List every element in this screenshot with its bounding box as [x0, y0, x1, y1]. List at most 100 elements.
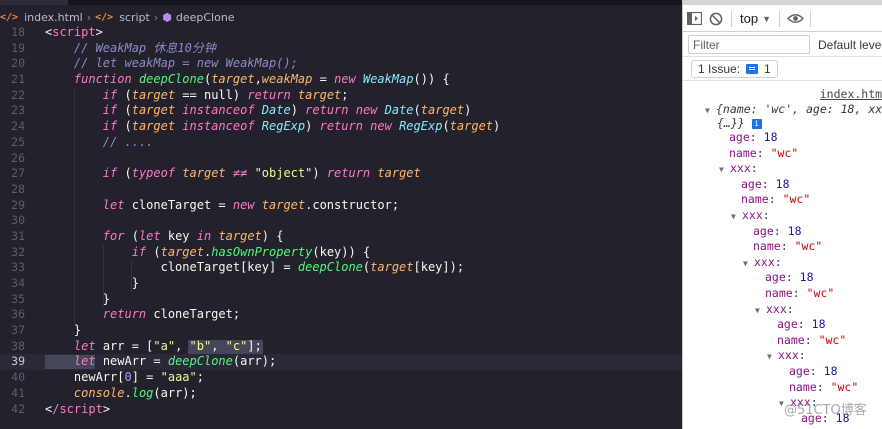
clear-console-icon[interactable]	[705, 8, 727, 30]
code-line[interactable]: 22 if (target == null) return target;	[0, 87, 682, 104]
line-number: 20	[11, 56, 25, 71]
line-number: 18	[11, 25, 25, 39]
line-number: 39	[11, 354, 25, 369]
code-line[interactable]: 31 for (let key in target) {	[0, 228, 682, 245]
toolbar-divider	[731, 10, 732, 27]
property-key: xxx	[754, 254, 775, 269]
code-line[interactable]: 19 // WeakMap 休息10分钟	[0, 41, 682, 57]
property-name: name: "wc"	[777, 333, 846, 347]
property-xxx-expander[interactable]: ▼ xxx:	[743, 255, 782, 271]
code-area[interactable]: 18 <script> 19 // WeakMap 休息10分钟 20 // let …	[0, 25, 682, 417]
code-line[interactable]: 37 }	[0, 323, 682, 339]
indent-guide	[74, 291, 75, 308]
code-line[interactable]: 41 console.log(arr);	[0, 386, 682, 402]
code-line[interactable]: 38 let arr = ["a", "b", "c"];	[0, 339, 682, 355]
code-token: instanceof	[182, 103, 262, 118]
code-token: null)	[203, 87, 248, 102]
source-link[interactable]: index.html	[820, 87, 882, 101]
sidebar-toggle-icon[interactable]	[683, 8, 705, 30]
expand-triangle-icon[interactable]: ▼	[767, 350, 778, 364]
eye-icon[interactable]	[784, 8, 806, 30]
code-line[interactable]: 28	[0, 181, 682, 198]
expand-triangle-icon[interactable]: ▼	[743, 257, 754, 271]
log-levels-dropdown[interactable]: Default levels	[818, 38, 882, 52]
code-token: target	[131, 103, 183, 118]
code-line[interactable]: 23 if (target instanceof Date) return ne…	[0, 103, 682, 120]
context-selector[interactable]: top ▼	[736, 11, 775, 26]
key-colon: :	[761, 176, 776, 191]
code-text: </script>	[45, 402, 110, 418]
code-line[interactable]: 34 }	[0, 276, 682, 292]
console-filter-bar: Default levels	[683, 33, 882, 57]
issues-button[interactable]: 1 Issue: 1	[691, 59, 778, 78]
code-token: 0	[124, 370, 132, 385]
key-colon: :	[773, 223, 788, 238]
code-token: }	[45, 291, 111, 306]
code-line[interactable]: 30	[0, 213, 682, 229]
breadcrumb-file[interactable]: index.html	[24, 11, 83, 24]
expand-triangle-icon[interactable]: ▼	[705, 104, 716, 118]
breadcrumb-symbol[interactable]: deepClone	[176, 11, 235, 24]
property-xxx-expander[interactable]: ▼ xxx:	[719, 161, 758, 177]
code-line[interactable]: 39 let newArr = deepClone(arr);	[0, 354, 682, 371]
code-text: // let weakMap = new WeakMap();	[45, 56, 298, 72]
expand-triangle-icon[interactable]: ▼	[719, 163, 730, 177]
code-token: >	[102, 401, 111, 416]
breadcrumb-section[interactable]: script	[119, 11, 150, 24]
code-token: cloneTarget =	[131, 197, 233, 212]
code-token: "a"	[153, 338, 176, 353]
code-token: newArr =	[102, 354, 168, 369]
indent-guide	[74, 260, 75, 276]
code-token: if	[102, 166, 125, 181]
code-line[interactable]: 27 if (typeof target ≠≠ "object") return…	[0, 166, 682, 182]
key-colon: :	[750, 161, 758, 176]
code-line[interactable]: 26	[0, 150, 682, 167]
code-token: ];	[247, 338, 262, 353]
expand-triangle-icon[interactable]: ▼	[731, 210, 742, 224]
code-line[interactable]: 20 // let weakMap = new WeakMap();	[0, 56, 682, 72]
code-line[interactable]: 33 cloneTarget[key] = deepClone(target[k…	[0, 260, 682, 276]
property-xxx-expander[interactable]: ▼ xxx:	[755, 302, 794, 318]
code-token: (arr);	[232, 354, 277, 369]
property-xxx-expander[interactable]: ▼ xxx:	[767, 348, 806, 364]
code-line[interactable]: 40 newArr[0] = "aaa";	[0, 370, 682, 386]
code-token: target	[370, 260, 414, 275]
code-token: ()) {	[413, 72, 450, 87]
indent-guide	[74, 150, 75, 167]
code-token: target	[297, 87, 342, 102]
property-age: age: 18	[765, 270, 814, 284]
code-line[interactable]: 32 if (target.hasOwnProperty(key)) {	[0, 244, 682, 261]
code-token: >	[95, 25, 103, 39]
code-line[interactable]: 21 function deepClone(target,weakMap = n…	[0, 72, 682, 88]
code-editor[interactable]: </> index.html › </> script › ⬢ deepClon…	[0, 0, 682, 429]
code-line[interactable]: 18 <script>	[0, 25, 682, 41]
code-token: deepClone	[138, 72, 204, 87]
property-age: age: 18	[777, 317, 826, 331]
console-output: index.html ▼{name: 'wc', age: 18, xxx: {…	[683, 84, 882, 429]
code-token: target	[211, 72, 255, 87]
code-line[interactable]: 29 let cloneTarget = new target.construc…	[0, 197, 682, 214]
chevron-right-icon: ›	[86, 10, 92, 24]
breadcrumb: </> index.html › </> script › ⬢ deepClon…	[0, 8, 235, 26]
code-line[interactable]: 42 </script>	[0, 402, 682, 418]
code-line[interactable]: 24 if (target instanceof RegExp) return …	[0, 119, 682, 135]
property-value: "wc"	[794, 239, 823, 254]
property-xxx-expander[interactable]: ▼ xxx:	[731, 208, 770, 224]
code-token: new	[232, 197, 262, 212]
code-token: instanceof	[182, 119, 262, 134]
code-line[interactable]: 36 return cloneTarget;	[0, 307, 682, 324]
code-text: let newArr = deepClone(arr);	[45, 354, 276, 370]
editor-tab[interactable]	[0, 0, 68, 5]
filter-input[interactable]	[688, 35, 810, 54]
code-line[interactable]: 35 }	[0, 291, 682, 308]
code-text: // ....	[45, 135, 154, 151]
key-colon: :	[762, 208, 770, 222]
info-icon[interactable]: i	[751, 119, 762, 129]
expand-triangle-icon[interactable]: ▼	[755, 304, 766, 318]
code-token: ==	[175, 87, 204, 102]
indent-guide	[74, 119, 75, 135]
code-line[interactable]: 25 // ....	[0, 134, 682, 151]
code-token: }	[45, 323, 82, 338]
code-token: .constructor;	[305, 197, 400, 212]
